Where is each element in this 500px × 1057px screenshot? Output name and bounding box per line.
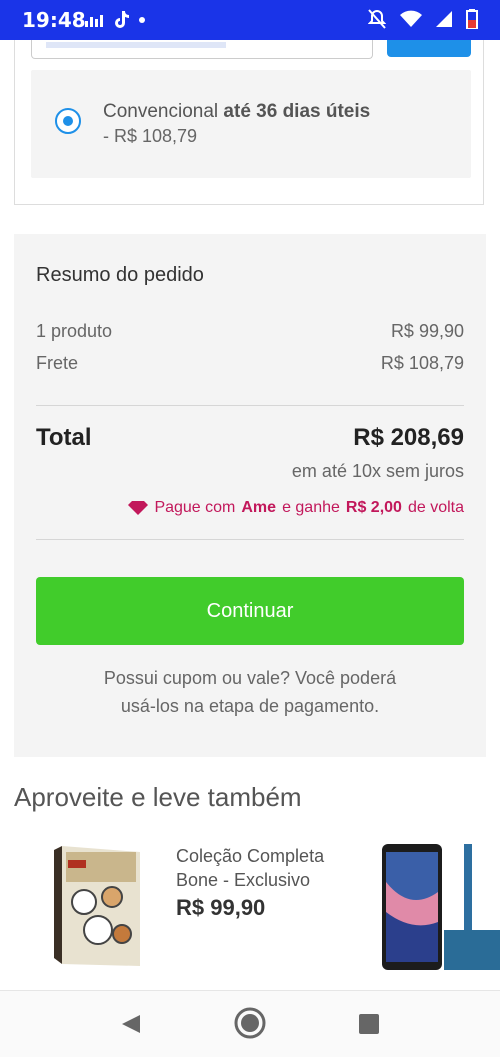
phone-product-image[interactable]	[380, 842, 500, 972]
dot-icon	[139, 17, 145, 23]
product-price: R$ 99,90	[176, 895, 266, 920]
total-label: Total	[36, 424, 92, 451]
shipping-option-title: Convencional até 36 dias úteis	[103, 101, 371, 122]
order-summary: Resumo do pedido 1 produto R$ 99,90 Fret…	[14, 234, 486, 757]
product-image[interactable]	[54, 842, 144, 970]
notifications-off-icon	[368, 9, 386, 29]
wifi-icon	[400, 10, 422, 27]
status-time: 19:48	[22, 8, 86, 32]
status-left-icons	[85, 11, 145, 29]
installments-text: em até 10x sem juros	[291, 461, 464, 481]
cep-submit-button[interactable]	[387, 40, 471, 57]
ame-cashback: Pague com Ame e ganhe R$ 2,00 de volta	[128, 499, 464, 517]
shipping-value: R$ 108,79	[380, 353, 464, 373]
equalizer-icon	[85, 15, 103, 27]
status-right-icons	[368, 9, 478, 29]
status-bar: 19:48	[0, 0, 500, 40]
shipping-card: Convencional até 36 dias úteis - R$ 108,…	[14, 40, 484, 205]
coupon-note: Possui cupom ou vale? Você poderá usá-lo…	[103, 668, 397, 716]
total-value: R$ 208,69	[353, 424, 464, 451]
products-label: 1 produto	[36, 321, 113, 341]
cep-input[interactable]	[31, 40, 373, 59]
shipping-option[interactable]: Convencional até 36 dias úteis - R$ 108,…	[31, 70, 471, 178]
recent-apps-icon[interactable]	[358, 1013, 380, 1035]
battery-icon	[466, 9, 478, 29]
shipping-label: Frete	[36, 353, 79, 373]
recommendations-title: Aproveite e leve também	[14, 782, 302, 812]
back-icon[interactable]	[120, 1013, 142, 1035]
divider	[36, 539, 464, 540]
diamond-icon	[128, 501, 149, 515]
continue-button[interactable]: Continuar	[36, 577, 464, 645]
product-name[interactable]: Coleção Completa Bone - Exclusivo	[176, 844, 356, 892]
system-nav-bar	[0, 990, 500, 1057]
signal-icon	[436, 11, 452, 27]
shipping-option-price: - R$ 108,79	[103, 126, 198, 146]
home-icon[interactable]	[234, 1007, 266, 1039]
products-value: R$ 99,90	[390, 321, 464, 341]
divider	[36, 405, 464, 406]
tiktok-icon	[115, 11, 129, 28]
summary-title: Resumo do pedido	[36, 264, 204, 286]
shipping-option-radio[interactable]	[55, 108, 81, 134]
